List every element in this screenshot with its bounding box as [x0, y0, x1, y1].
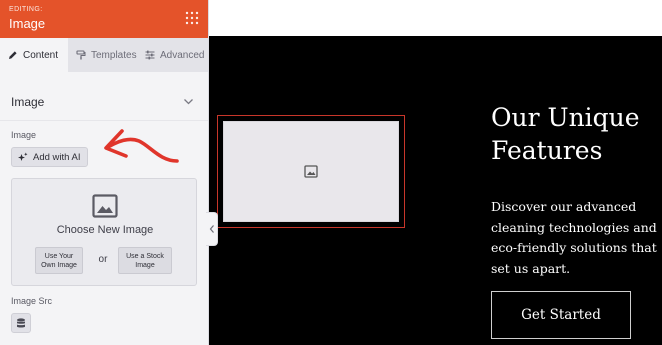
image-dropzone[interactable]: Choose New Image Use Your Own Image or U… — [11, 178, 197, 286]
preview-top-bar — [209, 0, 662, 36]
image-icon — [92, 194, 118, 218]
page-preview: Our Unique Features Discover our advance… — [209, 36, 662, 345]
tab-content[interactable]: Content — [0, 38, 68, 72]
chevron-left-icon — [209, 225, 214, 233]
chevron-down-icon[interactable] — [183, 97, 194, 106]
use-own-image-button[interactable]: Use Your Own Image — [35, 247, 83, 274]
sliders-icon — [145, 50, 155, 60]
get-started-button[interactable]: Get Started — [491, 291, 631, 339]
section-title[interactable]: Image — [11, 95, 44, 109]
sparkles-icon — [18, 152, 28, 161]
collapse-panel-handle[interactable] — [206, 212, 218, 246]
add-with-ai-label: Add with AI — [33, 151, 81, 163]
paint-roller-icon — [76, 50, 86, 60]
use-stock-image-button[interactable]: Use a Stock Image — [118, 247, 172, 274]
add-with-ai-button[interactable]: Add with AI — [11, 147, 88, 167]
tab-advanced-label: Advanced — [160, 49, 205, 61]
image-placeholder[interactable] — [223, 121, 399, 222]
panel-tabs: Content Templates Advanced — [0, 38, 208, 72]
or-text: or — [98, 254, 108, 265]
image-placeholder-icon — [304, 165, 318, 178]
tab-templates[interactable]: Templates — [68, 38, 137, 72]
image-src-label: Image Src — [11, 296, 53, 306]
editor-panel: EDITING: Image Content Templates Advance… — [0, 0, 209, 345]
database-icon — [17, 317, 25, 327]
annotation-arrow — [104, 129, 179, 163]
dynamic-source-button[interactable] — [11, 313, 31, 333]
editing-title: Image — [9, 16, 46, 31]
choose-new-image-title: Choose New Image — [56, 224, 154, 236]
pencil-icon — [9, 51, 17, 59]
drag-grip-icon[interactable] — [185, 11, 199, 25]
panel-header: EDITING: Image — [0, 0, 208, 38]
tab-advanced[interactable]: Advanced — [137, 38, 208, 72]
section-divider — [0, 120, 208, 121]
image-field-label: Image — [11, 130, 37, 140]
preview-headline: Our Unique Features — [491, 103, 640, 165]
preview-description: Discover our advanced cleaning technolog… — [491, 199, 657, 276]
selected-image-block[interactable] — [217, 115, 405, 228]
editing-label: EDITING: — [9, 6, 43, 13]
tab-templates-label: Templates — [91, 49, 137, 61]
tab-content-label: Content — [23, 49, 59, 61]
